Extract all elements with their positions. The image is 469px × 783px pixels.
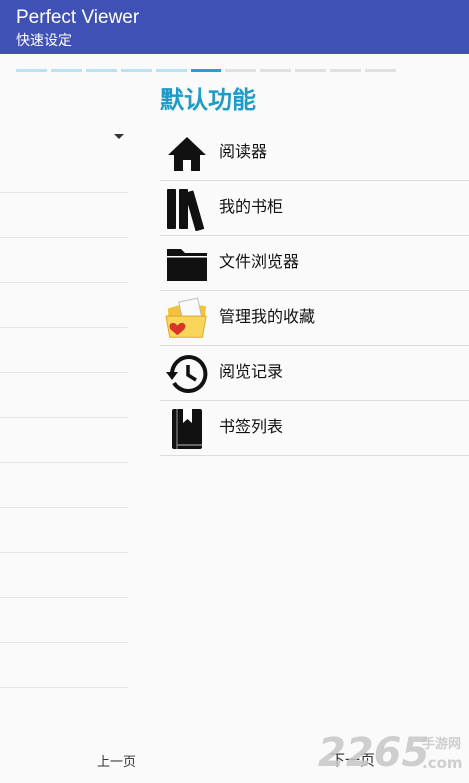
function-item-label: 我的书柜 xyxy=(219,197,284,216)
step-indicator xyxy=(155,69,187,72)
folder-icon xyxy=(164,241,210,287)
list-item[interactable] xyxy=(0,598,128,643)
svg-text:手游网: 手游网 xyxy=(422,736,461,752)
step-indicator xyxy=(85,69,117,72)
function-item-reader[interactable]: 阅读器 xyxy=(160,126,469,181)
step-indicator xyxy=(120,69,152,72)
function-item-bookmarks[interactable]: 书签列表 xyxy=(160,401,469,456)
step-indicator-current xyxy=(190,69,222,72)
bookmark-book-icon xyxy=(164,406,210,452)
function-item-label: 阅览记录 xyxy=(219,362,284,381)
list-item[interactable] xyxy=(0,328,128,373)
function-item-bookshelf[interactable]: 我的书柜 xyxy=(160,181,469,236)
list-item[interactable] xyxy=(0,148,128,193)
site-watermark-logo: 2265 手游网 .com xyxy=(318,728,468,778)
list-item[interactable] xyxy=(0,373,128,418)
list-item[interactable] xyxy=(0,643,128,688)
section-title: 默认功能 xyxy=(160,86,256,114)
step-indicator xyxy=(16,69,47,72)
history-icon xyxy=(164,351,210,397)
step-indicator xyxy=(260,69,292,72)
step-indicator xyxy=(50,69,82,72)
function-item-favorites[interactable]: 管理我的收藏 xyxy=(160,291,469,346)
home-icon xyxy=(164,131,210,177)
list-item[interactable] xyxy=(0,553,128,598)
svg-text:2265: 2265 xyxy=(318,730,429,776)
step-indicator xyxy=(225,69,257,72)
favorites-folder-icon xyxy=(164,296,210,342)
step-indicator xyxy=(295,69,327,72)
list-item[interactable] xyxy=(0,418,128,463)
function-item-label: 阅读器 xyxy=(219,142,268,161)
list-item[interactable] xyxy=(0,508,128,553)
svg-text:.com: .com xyxy=(422,754,463,772)
step-progress xyxy=(16,69,400,73)
function-item-file-browser[interactable]: 文件浏览器 xyxy=(160,236,469,291)
bookshelf-icon xyxy=(164,186,210,232)
function-item-label: 文件浏览器 xyxy=(219,252,300,271)
prev-page-button[interactable]: 上一页 xyxy=(97,751,136,770)
function-item-label: 管理我的收藏 xyxy=(219,307,316,326)
list-item[interactable] xyxy=(0,463,128,508)
list-item[interactable] xyxy=(0,193,128,238)
function-item-history[interactable]: 阅览记录 xyxy=(160,346,469,401)
list-item[interactable] xyxy=(0,283,128,328)
function-item-label: 书签列表 xyxy=(219,417,284,436)
default-function-list: 阅读器 我的书柜 文件浏览器 管理我的收藏 阅览记录 书签列表 xyxy=(160,126,469,456)
step-indicator xyxy=(365,69,396,72)
list-item[interactable] xyxy=(0,238,128,283)
app-bar: Perfect Viewer 快速设定 xyxy=(0,0,469,54)
app-title: Perfect Viewer xyxy=(16,7,140,28)
dropdown-arrow-icon[interactable] xyxy=(114,134,124,139)
app-subtitle: 快速设定 xyxy=(16,33,72,49)
step-indicator xyxy=(330,69,362,72)
